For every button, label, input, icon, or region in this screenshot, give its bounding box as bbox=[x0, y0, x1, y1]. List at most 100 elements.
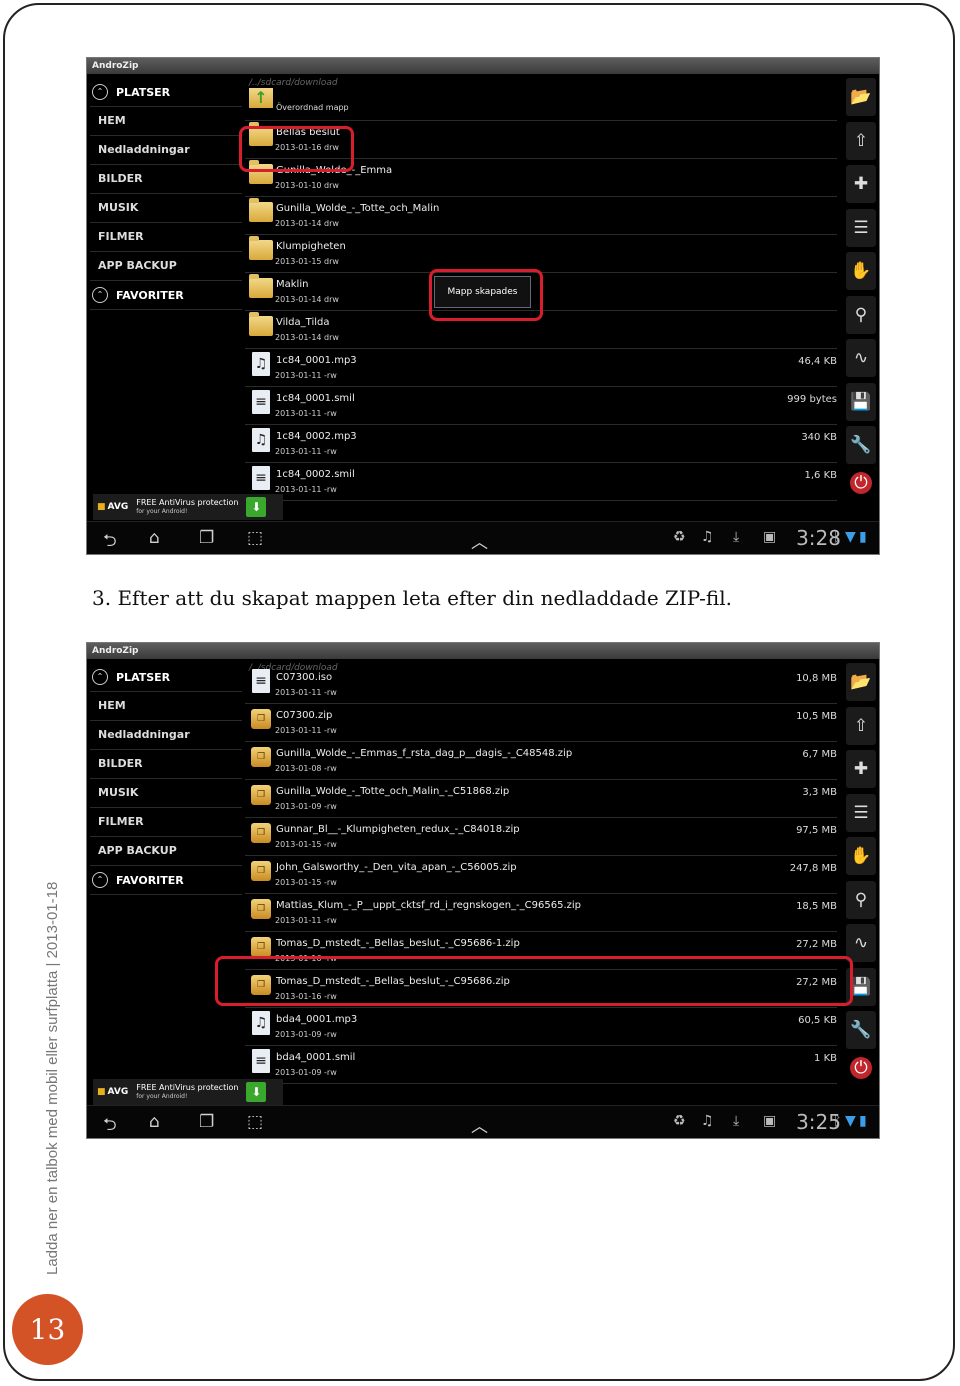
tools-icon[interactable]: 🔧 bbox=[846, 426, 876, 464]
screenshot-created-folder: AndroZip ⌃ PLATSER HEM Nedladdningar BILD… bbox=[86, 57, 880, 555]
sidebar-item-musik[interactable]: MUSIK bbox=[90, 194, 242, 223]
file-name: Maklin bbox=[276, 279, 309, 290]
file-row[interactable]: ≡ bda4_0001.smil 2013-01-09 -rw 1 KB bbox=[245, 1046, 837, 1084]
file-row[interactable]: ❒ C07300.zip 2013-01-11 -rw 10,5 MB bbox=[245, 704, 837, 742]
file-date: 2013-01-15 -rw bbox=[275, 878, 337, 887]
folder-home-icon[interactable]: 📂 bbox=[846, 663, 876, 701]
sidebar-platser-header[interactable]: ⌃ PLATSER bbox=[90, 78, 242, 107]
file-row[interactable]: Gunilla_Wolde_-_Totte_och_Malin 2013-01-1… bbox=[245, 197, 837, 235]
shop-icon: ▣ bbox=[763, 529, 777, 545]
file-date: 2013-01-15 -rw bbox=[275, 840, 337, 849]
wifi-icon: ▼ bbox=[845, 1113, 856, 1129]
file-date: 2013-01-15 drw bbox=[275, 257, 339, 266]
file-row[interactable]: ❒ Mattias_Klum_-_P__uppt_cktsf_rd_i_regns… bbox=[245, 894, 837, 932]
folder-up-icon: ↑ bbox=[249, 88, 273, 108]
sidebar-item-filmer[interactable]: FILMER bbox=[90, 223, 242, 252]
home-icon[interactable]: ⌂ bbox=[149, 528, 160, 548]
sidebar-item-hem[interactable]: HEM bbox=[90, 107, 242, 136]
search-icon[interactable]: ⚲ bbox=[846, 880, 876, 919]
download-icon[interactable]: ⬇ bbox=[246, 497, 267, 517]
file-row[interactable]: ♫ 1c84_0002.mp3 2013-01-11 -rw 340 KB bbox=[245, 425, 837, 463]
file-size: 46,4 KB bbox=[798, 356, 837, 367]
cpu-icon[interactable]: ∿ bbox=[846, 339, 876, 377]
sidebar-item-musik[interactable]: MUSIK bbox=[90, 779, 242, 808]
file-row[interactable]: ❒ Gunilla_Wolde_-_Totte_och_Malin_-_C5186… bbox=[245, 780, 837, 818]
sidebar-platser-header[interactable]: ⌃ PLATSER bbox=[90, 663, 242, 692]
file-name: 1c84_0002.smil bbox=[276, 469, 355, 480]
file-date: 2013-01-10 drw bbox=[275, 181, 339, 190]
file-date: 2013-01-14 drw bbox=[275, 219, 339, 228]
multi-select-icon[interactable]: ☰ bbox=[846, 793, 876, 832]
right-toolbar: 📂 ⇧ ✚ ☰ ✋ ⚲ ∿ 💾 🔧 ⏻ bbox=[846, 663, 876, 1079]
file-size: 1 KB bbox=[814, 1053, 837, 1064]
ad-banner[interactable]: AVG FREE AntiVirus protectionfor your An… bbox=[93, 1079, 283, 1105]
ad-subtitle: for your Android! bbox=[136, 1093, 188, 1100]
file-row[interactable]: ❒ Gunilla_Wolde_-_Emmas_f_rsta_dag_p__dag… bbox=[245, 742, 837, 780]
file-row[interactable]: ❒ Gunnar_Bl__-_Klumpigheten_redux_-_C8401… bbox=[245, 818, 837, 856]
sidebar-item-filmer[interactable]: FILMER bbox=[90, 808, 242, 837]
up-arrow-icon[interactable]: ︿ bbox=[471, 528, 488, 553]
screenshot-icon[interactable]: ⬚ bbox=[247, 1112, 263, 1132]
file-name: 1c84_0002.mp3 bbox=[276, 431, 357, 442]
recent-apps-icon[interactable]: ❐ bbox=[199, 1112, 214, 1132]
folder-home-icon[interactable]: 📂 bbox=[846, 78, 876, 116]
file-row[interactable]: ≡ C07300.iso 2013-01-11 -rw 10,8 MB bbox=[245, 666, 837, 704]
ad-banner[interactable]: AVG FREE AntiVirus protectionfor your An… bbox=[93, 494, 283, 520]
file-row[interactable]: ♫ 1c84_0001.mp3 2013-01-11 -rw 46,4 KB bbox=[245, 349, 837, 387]
file-date: 2013-01-11 -rw bbox=[275, 371, 337, 380]
zip-file-icon: ❒ bbox=[251, 937, 271, 957]
sidebar-item-bilder[interactable]: BILDER bbox=[90, 165, 242, 194]
new-folder-icon[interactable]: ✚ bbox=[846, 750, 876, 788]
folder-up-icon[interactable]: ⇧ bbox=[846, 121, 876, 160]
hand-icon[interactable]: ✋ bbox=[846, 837, 876, 875]
tools-icon[interactable]: 🔧 bbox=[846, 1011, 876, 1049]
zip-file-icon: ❒ bbox=[251, 899, 271, 919]
download-icon[interactable]: ⬇ bbox=[246, 1082, 267, 1102]
hand-icon[interactable]: ✋ bbox=[846, 252, 876, 290]
folder-up-icon[interactable]: ⇧ bbox=[846, 706, 876, 745]
home-icon[interactable]: ⌂ bbox=[149, 1112, 160, 1132]
highlight-zip-file bbox=[215, 956, 853, 1006]
sidebar-item-app-backup[interactable]: APP BACKUP bbox=[90, 252, 242, 281]
sidebar-item-bilder[interactable]: BILDER bbox=[90, 750, 242, 779]
file-name: bda4_0001.mp3 bbox=[276, 1014, 358, 1025]
ad-title: FREE AntiVirus protection bbox=[136, 498, 239, 507]
new-folder-icon[interactable]: ✚ bbox=[846, 165, 876, 203]
file-date: 2013-01-09 -rw bbox=[275, 802, 337, 811]
file-date: 2013-01-11 -rw bbox=[275, 409, 337, 418]
file-row[interactable]: ♫ bda4_0001.mp3 2013-01-09 -rw 60,5 KB bbox=[245, 1008, 837, 1046]
recent-apps-icon[interactable]: ❐ bbox=[199, 528, 214, 548]
file-size: 27,2 MB bbox=[796, 939, 837, 950]
save-icon[interactable]: 💾 bbox=[846, 382, 876, 421]
parent-folder-row[interactable]: ↑ Överordnad mapp bbox=[245, 83, 837, 121]
sidebar-favoriter-header[interactable]: ⌃ FAVORITER bbox=[90, 281, 242, 310]
sidebar-item-hem[interactable]: HEM bbox=[90, 692, 242, 721]
file-row[interactable]: Klumpigheten 2013-01-15 drw bbox=[245, 235, 837, 273]
android-navbar: 3:25 ⮌ ⌂ ❐ ⬚ ︿ ♻ ♫ ⤓ ▣ ᛒ ▼ ▮ bbox=[87, 1105, 879, 1138]
sidebar-favoriter-header[interactable]: ⌃ FAVORITER bbox=[90, 866, 242, 895]
file-row[interactable]: ≡ 1c84_0001.smil 2013-01-11 -rw 999 bytes bbox=[245, 387, 837, 425]
cpu-icon[interactable]: ∿ bbox=[846, 924, 876, 962]
sidebar: ⌃ PLATSER HEM Nedladdningar BILDER MUSIK … bbox=[90, 663, 242, 1083]
zip-file-icon: ❒ bbox=[251, 861, 271, 881]
sidebar-item-nedladdningar[interactable]: Nedladdningar bbox=[90, 136, 242, 165]
up-arrow-icon[interactable]: ︿ bbox=[471, 1112, 488, 1137]
sidebar-item-app-backup[interactable]: APP BACKUP bbox=[90, 837, 242, 866]
sidebar-item-nedladdningar[interactable]: Nedladdningar bbox=[90, 721, 242, 750]
file-row[interactable]: ≡ 1c84_0002.smil 2013-01-11 -rw 1,6 KB bbox=[245, 463, 837, 501]
screenshot-icon[interactable]: ⬚ bbox=[247, 528, 263, 548]
battery-icon: ▮ bbox=[859, 1113, 867, 1129]
folder-icon bbox=[249, 274, 273, 298]
screenshot-zip-list: AndroZip ⌃ PLATSER HEM Nedladdningar BILD… bbox=[86, 642, 880, 1139]
file-name: Gunnar_Bl__-_Klumpigheten_redux_-_C84018… bbox=[276, 824, 520, 835]
search-icon[interactable]: ⚲ bbox=[846, 295, 876, 334]
file-name: Klumpigheten bbox=[276, 241, 346, 252]
back-icon[interactable]: ⮌ bbox=[103, 528, 117, 554]
collapse-icon: ⌃ bbox=[92, 669, 108, 685]
multi-select-icon[interactable]: ☰ bbox=[846, 208, 876, 247]
back-icon[interactable]: ⮌ bbox=[103, 1112, 117, 1138]
power-icon[interactable]: ⏻ bbox=[850, 1057, 872, 1079]
file-row[interactable]: ❒ John_Galsworthy_-_Den_vita_apan_-_C5600… bbox=[245, 856, 837, 894]
folder-icon bbox=[249, 198, 273, 222]
power-icon[interactable]: ⏻ bbox=[850, 472, 872, 494]
